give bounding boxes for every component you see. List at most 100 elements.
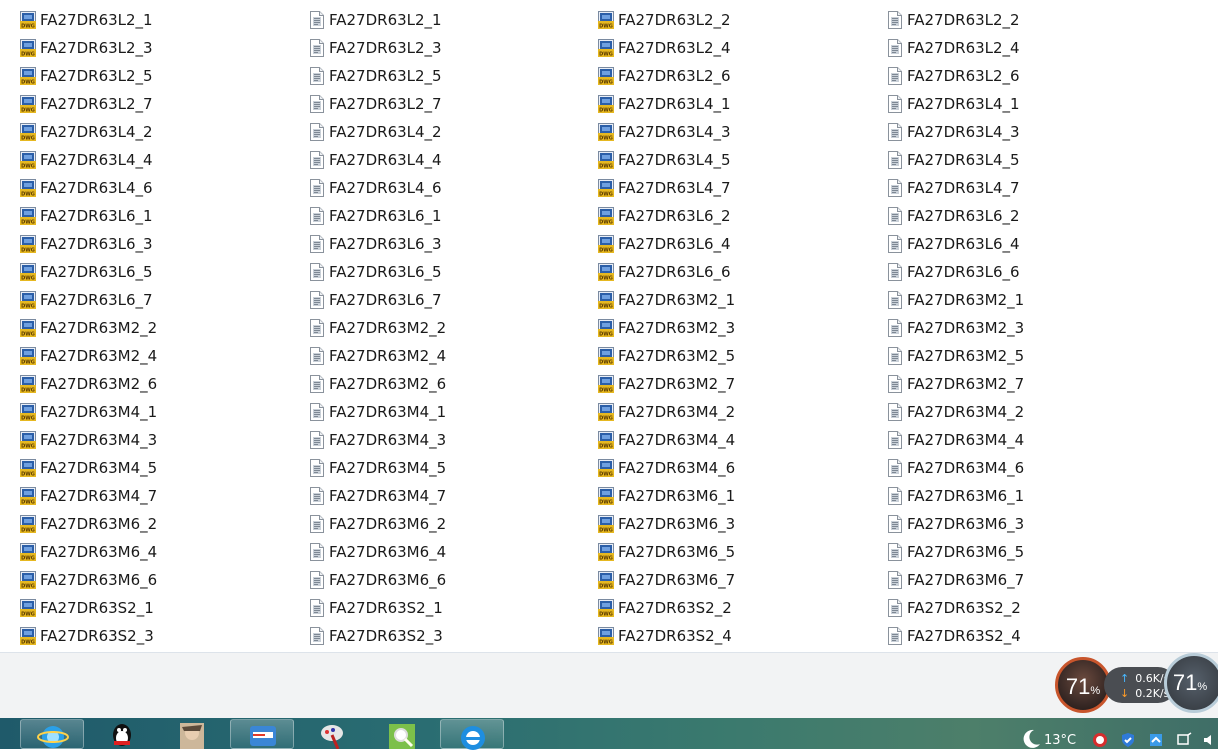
file-item[interactable]: DWG FA27DR63M4_6 xyxy=(578,454,867,482)
file-item[interactable]: DWG FA27DR63M2_4 xyxy=(0,342,289,370)
file-list-pane[interactable]: DWG FA27DR63L2_1 FA27DR63L2_1 DWG FA27DR63L2… xyxy=(0,0,1218,652)
file-item[interactable]: DWG FA27DR63M2_6 xyxy=(0,370,289,398)
file-item[interactable]: FA27DR63L4_7 xyxy=(867,174,1218,202)
file-item[interactable]: FA27DR63L6_7 xyxy=(289,286,578,314)
file-item[interactable]: DWG FA27DR63M4_4 xyxy=(578,426,867,454)
file-item[interactable]: FA27DR63L6_6 xyxy=(867,258,1218,286)
file-item[interactable]: DWG FA27DR63L6_4 xyxy=(578,230,867,258)
file-item[interactable]: DWG FA27DR63S2_4 xyxy=(578,622,867,650)
file-item[interactable]: DWG FA27DR63M6_1 xyxy=(578,482,867,510)
file-item[interactable]: FA27DR63M2_7 xyxy=(867,370,1218,398)
file-item[interactable]: FA27DR63L4_4 xyxy=(289,146,578,174)
file-item[interactable]: FA27DR63M6_4 xyxy=(289,538,578,566)
file-item[interactable]: FA27DR63M4_3 xyxy=(289,426,578,454)
file-item[interactable]: DWG FA27DR63M6_4 xyxy=(0,538,289,566)
file-item[interactable]: FA27DR63L2_7 xyxy=(289,90,578,118)
file-item[interactable]: DWG FA27DR63L6_5 xyxy=(0,258,289,286)
file-item[interactable]: DWG FA27DR63M6_3 xyxy=(578,510,867,538)
file-item[interactable]: FA27DR63L6_3 xyxy=(289,230,578,258)
file-item[interactable]: FA27DR63L4_3 xyxy=(867,118,1218,146)
file-item[interactable]: FA27DR63S2_1 xyxy=(289,594,578,622)
file-item[interactable]: FA27DR63M4_1 xyxy=(289,398,578,426)
file-item[interactable]: FA27DR63L6_5 xyxy=(289,258,578,286)
file-item[interactable]: DWG FA27DR63L2_5 xyxy=(0,62,289,90)
antivirus-tray-icon[interactable] xyxy=(1092,732,1108,748)
file-item[interactable]: FA27DR63L4_5 xyxy=(867,146,1218,174)
file-item[interactable]: FA27DR63S2_2 xyxy=(867,594,1218,622)
file-item[interactable]: DWG FA27DR63M4_3 xyxy=(0,426,289,454)
file-item[interactable]: FA27DR63L2_2 xyxy=(867,6,1218,34)
file-item[interactable]: DWG FA27DR63M6_5 xyxy=(578,538,867,566)
volume-icon[interactable] xyxy=(1202,732,1218,748)
file-item[interactable]: DWG FA27DR63L4_6 xyxy=(0,174,289,202)
file-item[interactable]: FA27DR63S2_3 xyxy=(289,622,578,650)
file-item[interactable]: FA27DR63M4_5 xyxy=(289,454,578,482)
file-item[interactable]: FA27DR63L2_3 xyxy=(289,34,578,62)
file-item[interactable]: FA27DR63M2_3 xyxy=(867,314,1218,342)
file-item[interactable]: FA27DR63M4_4 xyxy=(867,426,1218,454)
file-item[interactable]: DWG FA27DR63M6_2 xyxy=(0,510,289,538)
shield-tray-icon[interactable] xyxy=(1120,732,1136,748)
file-item[interactable]: DWG FA27DR63M2_7 xyxy=(578,370,867,398)
file-item[interactable]: FA27DR63L4_6 xyxy=(289,174,578,202)
file-item[interactable]: FA27DR63M6_6 xyxy=(289,566,578,594)
file-item[interactable]: FA27DR63L6_1 xyxy=(289,202,578,230)
file-item[interactable]: FA27DR63L4_2 xyxy=(289,118,578,146)
taskbar-button-vpn[interactable] xyxy=(230,719,294,749)
file-item[interactable]: DWG FA27DR63L2_1 xyxy=(0,6,289,34)
file-item[interactable]: DWG FA27DR63L6_3 xyxy=(0,230,289,258)
file-item[interactable]: DWG FA27DR63M6_7 xyxy=(578,566,867,594)
qq-tray-icon[interactable] xyxy=(1148,732,1164,748)
taskbar-button-image-viewer[interactable] xyxy=(370,719,434,749)
file-item[interactable]: DWG FA27DR63M4_2 xyxy=(578,398,867,426)
file-item[interactable]: FA27DR63M6_2 xyxy=(289,510,578,538)
action-center-icon[interactable] xyxy=(1176,732,1192,748)
file-item[interactable]: DWG FA27DR63L6_1 xyxy=(0,202,289,230)
file-item[interactable]: DWG FA27DR63L4_4 xyxy=(0,146,289,174)
file-item[interactable]: DWG FA27DR63M2_2 xyxy=(0,314,289,342)
file-item[interactable]: FA27DR63M6_5 xyxy=(867,538,1218,566)
file-item[interactable]: DWG FA27DR63S2_1 xyxy=(0,594,289,622)
file-item[interactable]: DWG FA27DR63L4_2 xyxy=(0,118,289,146)
file-item[interactable]: DWG FA27DR63L2_7 xyxy=(0,90,289,118)
file-item[interactable]: DWG FA27DR63S2_2 xyxy=(578,594,867,622)
file-item[interactable]: DWG FA27DR63S2_3 xyxy=(0,622,289,650)
file-item[interactable]: FA27DR63M4_7 xyxy=(289,482,578,510)
file-item[interactable]: DWG FA27DR63L2_6 xyxy=(578,62,867,90)
file-item[interactable]: FA27DR63M6_7 xyxy=(867,566,1218,594)
file-item[interactable]: DWG FA27DR63L6_2 xyxy=(578,202,867,230)
file-item[interactable]: DWG FA27DR63M2_5 xyxy=(578,342,867,370)
file-item[interactable]: DWG FA27DR63L2_4 xyxy=(578,34,867,62)
taskbar-button-paint[interactable] xyxy=(300,719,364,749)
file-item[interactable]: DWG FA27DR63L2_3 xyxy=(0,34,289,62)
file-item[interactable]: FA27DR63M2_1 xyxy=(867,286,1218,314)
file-item[interactable]: FA27DR63L2_6 xyxy=(867,62,1218,90)
file-item[interactable]: FA27DR63L6_2 xyxy=(867,202,1218,230)
file-item[interactable]: FA27DR63L6_4 xyxy=(867,230,1218,258)
file-item[interactable]: DWG FA27DR63M2_3 xyxy=(578,314,867,342)
system-monitor-widget[interactable]: 71% ↑ 0.6K/s ↓ 0.2K/s 71% xyxy=(1054,653,1218,719)
weather-temperature[interactable]: 13°C xyxy=(1044,733,1076,748)
file-item[interactable]: DWG FA27DR63L6_7 xyxy=(0,286,289,314)
file-item[interactable]: DWG FA27DR63M4_7 xyxy=(0,482,289,510)
file-item[interactable]: FA27DR63L2_4 xyxy=(867,34,1218,62)
moon-weather-icon[interactable] xyxy=(1020,728,1042,750)
file-item[interactable]: DWG FA27DR63M4_1 xyxy=(0,398,289,426)
taskbar-button-avatar[interactable] xyxy=(160,719,224,749)
file-item[interactable]: FA27DR63M6_3 xyxy=(867,510,1218,538)
file-item[interactable]: DWG FA27DR63L4_3 xyxy=(578,118,867,146)
file-item[interactable]: DWG FA27DR63L4_5 xyxy=(578,146,867,174)
file-item[interactable]: FA27DR63M2_6 xyxy=(289,370,578,398)
file-item[interactable]: DWG FA27DR63M6_6 xyxy=(0,566,289,594)
file-item[interactable]: FA27DR63L2_1 xyxy=(289,6,578,34)
file-item[interactable]: FA27DR63M4_2 xyxy=(867,398,1218,426)
file-item[interactable]: DWG FA27DR63L4_7 xyxy=(578,174,867,202)
file-item[interactable]: FA27DR63M2_2 xyxy=(289,314,578,342)
file-item[interactable]: DWG FA27DR63L2_2 xyxy=(578,6,867,34)
file-item[interactable]: FA27DR63M6_1 xyxy=(867,482,1218,510)
file-item[interactable]: FA27DR63L2_5 xyxy=(289,62,578,90)
file-item[interactable]: FA27DR63M4_6 xyxy=(867,454,1218,482)
file-item[interactable]: DWG FA27DR63L4_1 xyxy=(578,90,867,118)
file-item[interactable]: DWG FA27DR63M2_1 xyxy=(578,286,867,314)
taskbar-button-browser[interactable] xyxy=(20,719,84,749)
